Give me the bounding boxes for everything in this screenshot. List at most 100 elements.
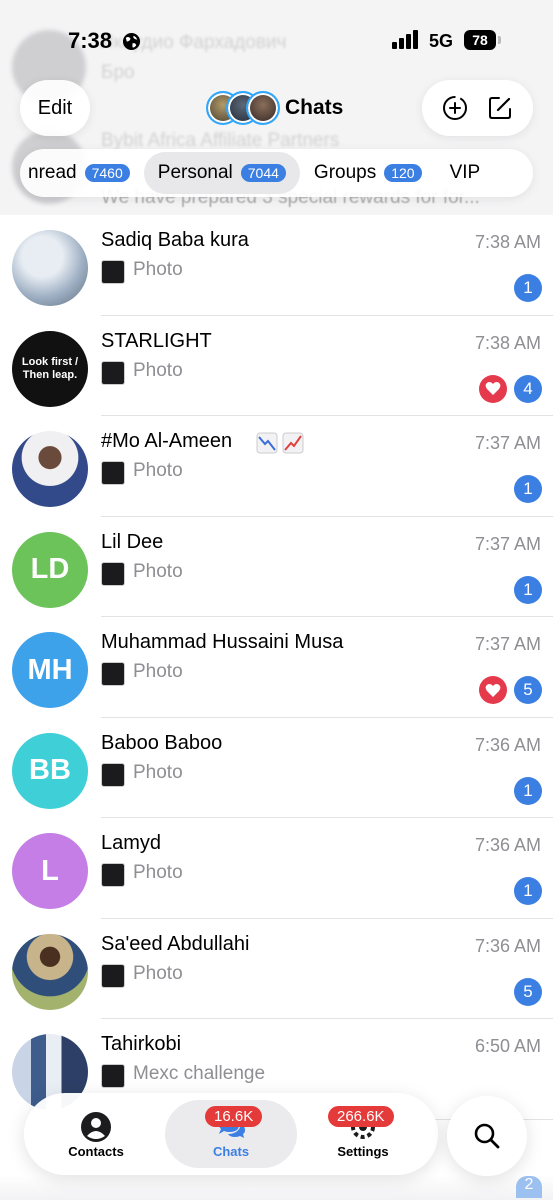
header-title[interactable]: Chats (206, 88, 343, 128)
search-button[interactable] (447, 1096, 527, 1176)
person-circle-icon (81, 1112, 111, 1142)
signal-icon (392, 30, 418, 49)
chat-preview: Photo (133, 661, 183, 682)
photo-thumbnail-icon (101, 662, 125, 686)
photo-thumbnail-icon (101, 360, 125, 385)
tab-bar: Contacts 16.6K Chats 266.6K Settings (24, 1093, 438, 1175)
globe-icon (122, 32, 141, 51)
avatar-caption: Then leap. (22, 368, 78, 381)
unread-badge: 1 (514, 575, 542, 604)
chat-avatar: L (12, 833, 88, 909)
chat-row[interactable]: Sa'eed Abdullahi 7:36 AM Photo 5 (0, 919, 553, 1019)
avatar-initials: BB (29, 754, 71, 786)
chat-row[interactable]: LD Lil Dee 7:37 AM Photo 1 (0, 517, 553, 617)
chat-time: 7:36 AM (474, 935, 541, 956)
folder-tab-personal[interactable]: Personal 7044 (143, 152, 300, 194)
chat-row[interactable]: MH Muhammad Hussaini Musa 7:37 AM Photo 5 (0, 617, 553, 718)
chat-row[interactable]: BB Baboo Baboo 7:36 AM Photo 1 (0, 718, 553, 818)
avatar-initials: LD (30, 553, 70, 585)
folder-tab-groups[interactable]: Groups 120 (300, 152, 436, 194)
chat-name: Baboo Baboo (101, 731, 223, 754)
chat-preview: Mexc challenge (133, 1063, 266, 1084)
network-label: 5G (429, 31, 454, 51)
folder-tab-label: nread (28, 162, 77, 183)
chat-time: 7:37 AM (474, 433, 541, 453)
unread-badge: 1 (514, 475, 542, 503)
chat-name: Sa'eed Abdullahi (101, 932, 250, 955)
chat-row[interactable]: L Lamyd 7:36 AM Photo 1 (0, 818, 553, 919)
chat-name: Lil Dee (101, 530, 164, 553)
folder-count-badge: 120 (384, 164, 422, 182)
battery-tip (498, 36, 501, 44)
folder-tab-label: VIP (449, 162, 481, 183)
chart-emoji-icons (256, 432, 304, 454)
tab-label: Contacts (68, 1144, 124, 1159)
unread-badge: 4 (514, 374, 542, 403)
chat-avatar (12, 431, 88, 507)
compose-icon[interactable] (486, 94, 514, 122)
header-actions (422, 80, 533, 136)
chat-time: 6:50 AM (474, 1036, 541, 1056)
chat-name: Lamyd (101, 832, 162, 854)
search-icon (474, 1123, 500, 1149)
folder-count-badge: 7044 (240, 164, 286, 182)
photo-thumbnail-icon (101, 762, 125, 787)
tab-label: Settings (337, 1144, 389, 1159)
chat-name: #Mo Al-Ameen (101, 430, 233, 452)
folder-count-badge: 7460 (84, 164, 130, 182)
story-avatar (246, 91, 280, 125)
tab-settings[interactable]: 266.6K Settings (313, 1100, 413, 1168)
unread-badge: 1 (514, 877, 542, 905)
chat-avatar: Look first / Then leap. (12, 330, 88, 407)
status-bar: 7:38 5G 78 (0, 0, 553, 80)
add-story-icon[interactable] (441, 94, 469, 122)
tab-chats[interactable]: 16.6K Chats (165, 1100, 297, 1168)
photo-thumbnail-icon (101, 260, 125, 284)
chat-preview: Photo (133, 259, 183, 280)
edit-button[interactable]: Edit (20, 80, 90, 136)
chat-row[interactable]: Look first / Then leap. STARLIGHT 7:38 AM Ph… (0, 316, 553, 416)
chat-row[interactable]: #Mo Al-Ameen 7:37 AM Photo 1 (0, 416, 553, 517)
tab-contacts[interactable]: Contacts (46, 1100, 146, 1168)
story-avatars[interactable] (206, 88, 280, 128)
chart-up-icon (282, 432, 304, 454)
photo-thumbnail-icon (101, 461, 125, 485)
photo-thumbnail-icon (101, 561, 125, 586)
chat-time: 7:36 AM (474, 734, 541, 755)
chart-down-icon (256, 432, 278, 454)
avatar-caption: Look first / (21, 355, 79, 368)
chat-time: 7:37 AM (474, 533, 541, 554)
chat-time: 7:36 AM (474, 835, 541, 855)
status-time: 7:38 (68, 28, 113, 53)
chat-time: 7:37 AM (474, 634, 541, 654)
chat-preview: Photo (133, 862, 183, 883)
chat-preview: Photo (133, 761, 183, 783)
tab-badge: 266.6K (328, 1106, 394, 1127)
tab-badge: 16.6K (205, 1106, 263, 1127)
top-header-area: Лкаудио Фархадович Бро Bybit Africa Affi… (0, 0, 553, 215)
chat-avatar: MH (12, 632, 88, 708)
chat-preview: Photo (133, 460, 183, 481)
chat-name: Tahirkobi (101, 1033, 182, 1055)
chat-preview: Photo (133, 962, 183, 984)
chat-name: Muhammad Hussaini Musa (101, 631, 344, 653)
chat-avatar: BB (12, 732, 88, 809)
chat-preview: Photo (133, 359, 183, 381)
heart-icon (479, 676, 507, 704)
tab-label: Chats (212, 1144, 250, 1159)
chat-row[interactable]: Sadiq Baba kura 7:38 AM Photo 1 (0, 215, 553, 316)
chat-time: 7:38 AM (474, 332, 541, 353)
unread-badge: 5 (514, 676, 542, 704)
photo-thumbnail-icon (101, 963, 125, 988)
chat-time: 7:38 AM (474, 232, 541, 252)
chat-avatar (12, 933, 88, 1010)
chat-list: Sadiq Baba kura 7:38 AM Photo 1 Look first /… (0, 215, 553, 1120)
unread-badge: 1 (514, 274, 542, 302)
folder-tab-nread[interactable]: nread 7460 (20, 152, 144, 194)
folder-tabs: nread 7460 Personal 7044 Groups 120 VIP (20, 149, 533, 197)
avatar-initials: MH (27, 653, 73, 686)
folder-tab-vip[interactable]: VIP (436, 152, 495, 194)
photo-thumbnail-icon (101, 1064, 125, 1088)
folder-row: nread 7460 Personal 7044 Groups 120 VIP (20, 149, 494, 197)
folder-tab-label: Groups (313, 162, 377, 183)
